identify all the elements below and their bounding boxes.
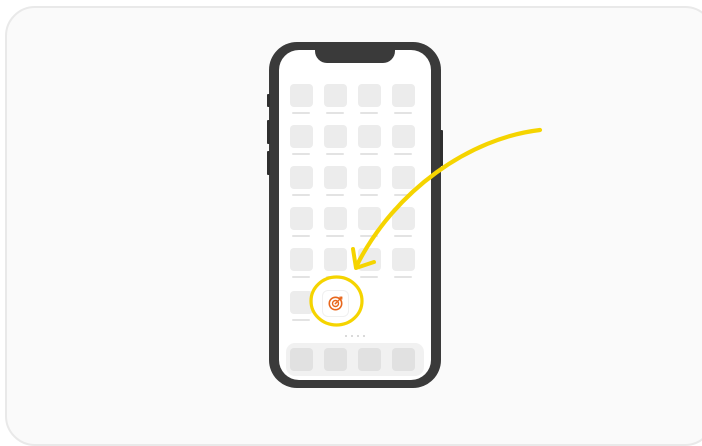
app-icon-placeholder[interactable] (290, 207, 313, 230)
app-label-placeholder (394, 235, 412, 237)
app-icon-placeholder[interactable] (290, 291, 313, 314)
app-icon-placeholder[interactable] (324, 84, 347, 107)
app-label-placeholder (394, 112, 412, 114)
app-label-placeholder (360, 153, 378, 155)
app-label-placeholder (326, 235, 344, 237)
app-label-placeholder (360, 194, 378, 196)
app-label-placeholder (326, 276, 344, 278)
phone-power-button (440, 130, 443, 166)
app-icon-placeholder[interactable] (324, 248, 347, 271)
app-icon-placeholder[interactable] (358, 248, 381, 271)
app-label-placeholder (292, 112, 310, 114)
app-label-placeholder (394, 276, 412, 278)
app-icon-placeholder[interactable] (358, 166, 381, 189)
app-label-placeholder (360, 112, 378, 114)
page-dot (357, 335, 359, 337)
app-icon-placeholder[interactable] (290, 166, 313, 189)
app-icon-placeholder[interactable] (324, 166, 347, 189)
target-icon (328, 296, 343, 311)
app-label-placeholder (326, 153, 344, 155)
page-dot (351, 335, 353, 337)
app-label-placeholder (360, 235, 378, 237)
app-icon-placeholder[interactable] (290, 248, 313, 271)
target-app-icon[interactable] (323, 291, 348, 316)
app-icon-placeholder[interactable] (358, 125, 381, 148)
dock (286, 343, 424, 376)
app-label-placeholder (292, 276, 310, 278)
app-icon-placeholder[interactable] (290, 125, 313, 148)
phone-volume-down-button (267, 151, 270, 175)
phone-notch (315, 50, 395, 63)
page-dot (345, 335, 347, 337)
dock-app-placeholder[interactable] (290, 348, 313, 371)
app-label-placeholder (292, 235, 310, 237)
app-label-placeholder (394, 153, 412, 155)
phone-home-screen (279, 50, 431, 380)
app-icon-placeholder[interactable] (324, 207, 347, 230)
dock-app-placeholder[interactable] (392, 348, 415, 371)
app-icon-placeholder[interactable] (392, 84, 415, 107)
app-icon-placeholder[interactable] (392, 125, 415, 148)
phone-mockup (267, 42, 443, 388)
app-icon-placeholder[interactable] (358, 84, 381, 107)
page-indicator (345, 335, 365, 338)
app-label-placeholder (326, 112, 344, 114)
app-icon-placeholder[interactable] (392, 207, 415, 230)
dock-app-placeholder[interactable] (358, 348, 381, 371)
app-label-placeholder (360, 276, 378, 278)
app-label-placeholder (292, 319, 310, 321)
app-label-placeholder (292, 194, 310, 196)
app-icon-placeholder[interactable] (392, 166, 415, 189)
app-icon-placeholder[interactable] (358, 207, 381, 230)
app-label-placeholder (326, 194, 344, 196)
page-dot (363, 335, 365, 337)
app-label-placeholder (292, 153, 310, 155)
phone-silent-switch (267, 94, 270, 107)
app-icon-placeholder[interactable] (392, 248, 415, 271)
app-label-placeholder (394, 194, 412, 196)
phone-volume-up-button (267, 120, 270, 144)
app-icon-placeholder[interactable] (290, 84, 313, 107)
app-icon-placeholder[interactable] (324, 125, 347, 148)
dock-app-placeholder[interactable] (324, 348, 347, 371)
